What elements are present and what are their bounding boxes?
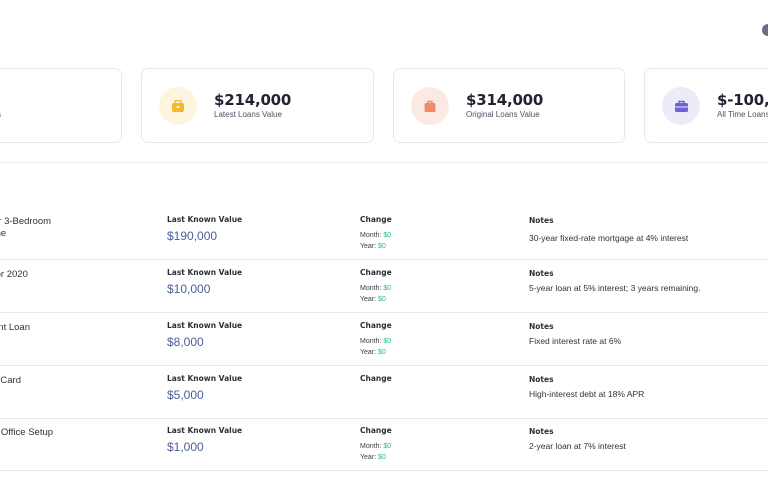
last-known-value: $8,000 — [167, 335, 204, 349]
notes-text: 2-year loan at 7% interest — [529, 441, 626, 451]
year-label: Year: — [360, 243, 377, 250]
notes-text: 5-year loan at 5% interest; 3 years rema… — [529, 283, 701, 293]
last-known-value: $190,000 — [167, 229, 218, 243]
wallet-icon — [159, 87, 197, 125]
loan-name: e Office Setup — [0, 427, 113, 439]
change-month: Month: $0 — [360, 285, 391, 292]
month-label: Month: — [360, 232, 382, 239]
change-year: Year: $0 — [360, 349, 386, 356]
stat-value: $-100,0 — [717, 91, 768, 109]
table-row[interactable]: or 3-Bedroom me Last Known Value $190,00… — [0, 207, 768, 260]
stat-value: $214,000 — [214, 91, 292, 109]
stat-value: $314,000 — [466, 91, 544, 109]
last-known-value-header: Last Known Value — [167, 321, 243, 330]
loan-name: or 3-Bedroom me — [0, 216, 113, 240]
notes-header: Notes — [529, 322, 554, 331]
loan-name-line: or 3-Bedroom — [0, 216, 52, 227]
last-known-value: $1,000 — [167, 440, 204, 454]
change-year: Year: $0 — [360, 296, 386, 303]
last-known-value: $5,000 — [167, 388, 204, 402]
month-value: $0 — [383, 338, 392, 345]
month-value: $0 — [383, 232, 392, 239]
notes-header: Notes — [529, 375, 554, 384]
change-month: Month: $0 — [360, 232, 391, 239]
loan-name-line: for 2020 — [0, 269, 28, 280]
change-year: Year: $0 — [360, 243, 386, 250]
change-header: Change — [360, 215, 392, 224]
change-month: Month: $0 — [360, 443, 391, 450]
notes-header: Notes — [529, 427, 554, 436]
divider — [0, 162, 768, 163]
table-row[interactable]: it Card – Last Known Value $5,000 Change… — [0, 366, 768, 419]
notes-header: Notes — [529, 216, 554, 225]
last-known-value-header: Last Known Value — [167, 426, 243, 435]
stat-label: Latest Loans Value — [214, 110, 282, 119]
table-row[interactable]: e Office Setup Last Known Value $1,000 C… — [0, 418, 768, 471]
stat-card-partial: s — [0, 68, 122, 143]
briefcase-icon — [662, 87, 700, 125]
table-row[interactable]: ent Loan Last Known Value $8,000 Change … — [0, 313, 768, 366]
notes-text: High-interest debt at 18% APR — [529, 389, 645, 399]
loan-name-line: me — [0, 228, 7, 239]
loan-name-line: e Office Setup — [0, 427, 54, 438]
loan-name-line: ent Loan — [0, 322, 30, 333]
year-label: Year: — [360, 296, 377, 303]
last-known-value-header: Last Known Value — [167, 374, 243, 383]
month-value: $0 — [383, 443, 392, 450]
loan-name-subline: – — [0, 395, 113, 407]
month-label: Month: — [360, 338, 382, 345]
month-value: $0 — [383, 285, 392, 292]
year-value: $0 — [378, 243, 386, 250]
month-label: Month: — [360, 443, 382, 450]
stat-label: Original Loans Value — [466, 110, 540, 119]
change-header: Change — [360, 426, 392, 435]
briefcase-icon — [411, 87, 449, 125]
stat-label: All Time Loans — [717, 110, 768, 119]
change-header: Change — [360, 321, 392, 330]
last-known-value-header: Last Known Value — [167, 268, 243, 277]
change-header: Change — [360, 374, 392, 383]
stat-label: s — [0, 110, 1, 119]
table-row[interactable]: for 2020 y Last Known Value $10,000 Chan… — [0, 260, 768, 313]
loans-page: s $214,000 Latest Loans Value $314,000 O… — [0, 0, 768, 480]
loan-name-line: it Card — [0, 375, 21, 386]
change-header: Change — [360, 268, 392, 277]
stat-card-latest-loans: $214,000 Latest Loans Value — [141, 68, 374, 143]
user-avatar[interactable] — [762, 24, 768, 36]
loan-name: it Card – — [0, 375, 113, 407]
year-label: Year: — [360, 349, 377, 356]
loan-name: ent Loan — [0, 322, 113, 334]
last-known-value-header: Last Known Value — [167, 215, 243, 224]
stat-card-original-loans: $314,000 Original Loans Value — [393, 68, 625, 143]
month-label: Month: — [360, 285, 382, 292]
year-label: Year: — [360, 454, 377, 461]
year-value: $0 — [378, 349, 386, 356]
loan-name: for 2020 y — [0, 269, 113, 293]
year-value: $0 — [378, 454, 386, 461]
stat-card-all-time-loans: $-100,0 All Time Loans — [644, 68, 768, 143]
year-value: $0 — [378, 296, 386, 303]
change-year: Year: $0 — [360, 454, 386, 461]
last-known-value: $10,000 — [167, 282, 211, 296]
change-month: Month: $0 — [360, 338, 391, 345]
notes-header: Notes — [529, 269, 554, 278]
notes-text: 30-year fixed-rate mortgage at 4% intere… — [529, 233, 689, 243]
notes-text: Fixed interest rate at 6% — [529, 336, 622, 346]
loan-name-line: y — [0, 281, 113, 293]
